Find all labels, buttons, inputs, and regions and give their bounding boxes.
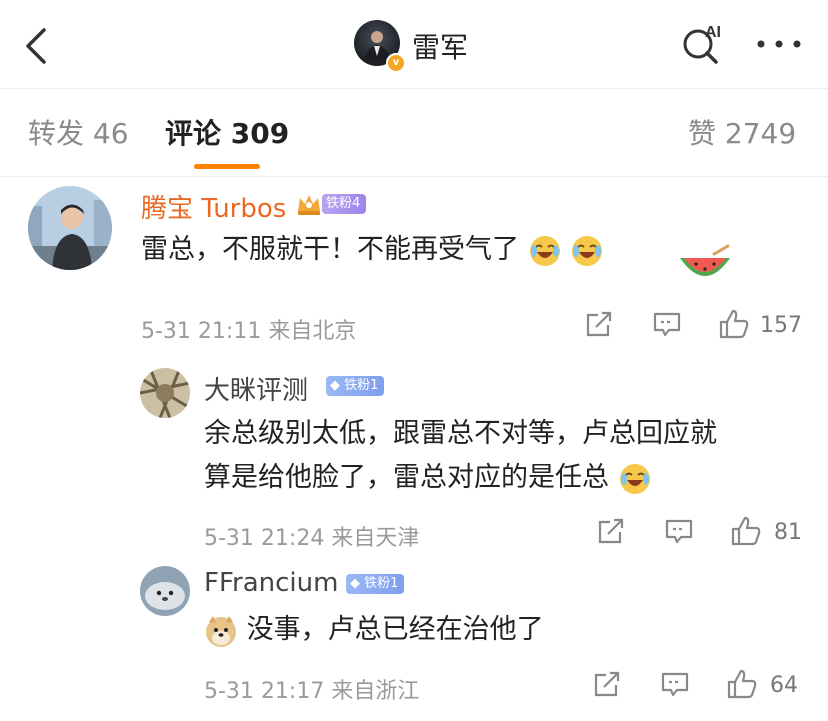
reply-avatar[interactable] xyxy=(140,566,190,616)
more-options-icon[interactable] xyxy=(755,26,803,62)
fan-badge: ◆ 铁粉1 xyxy=(346,574,405,594)
comment-text-body: 雷总，不服就干！不能再受气了 xyxy=(141,234,519,265)
tab-likes[interactable]: 赞 2749 xyxy=(688,112,796,152)
laughing-crying-emoji-icon xyxy=(619,463,650,494)
share-icon[interactable] xyxy=(596,518,626,546)
reply-avatar[interactable] xyxy=(140,368,190,418)
reply-icon[interactable] xyxy=(652,311,682,339)
active-tab-indicator xyxy=(194,164,260,169)
reply-text-body: 没事，卢总已经在治他了 xyxy=(246,614,544,645)
reply-meta: 5-31 21:17 来自浙江 xyxy=(204,673,419,705)
reply-user-name[interactable]: FFrancium xyxy=(204,568,338,598)
share-icon[interactable] xyxy=(592,671,622,699)
ai-search-icon[interactable]: AI xyxy=(678,18,728,68)
doge-emoji-icon xyxy=(206,615,236,647)
reply-text-line1: 余总级别太低，跟雷总不对等，卢总回应就 xyxy=(204,418,717,449)
reply-text-body: 算是给他脸了，雷总对应的是任总 xyxy=(204,462,609,493)
reply-icon[interactable] xyxy=(660,671,690,699)
reply-user-name[interactable]: 大眯评测 xyxy=(204,370,308,407)
like-count: 64 xyxy=(770,673,798,698)
comment-time: 5-31 21:11 xyxy=(141,319,262,344)
like-icon[interactable] xyxy=(730,515,762,547)
reply-time: 5-31 21:17 xyxy=(204,679,325,704)
like-icon[interactable] xyxy=(718,308,750,340)
tabs-divider xyxy=(0,176,828,177)
top-bar: v 雷军 AI xyxy=(0,0,828,88)
share-icon[interactable] xyxy=(584,311,614,339)
profile-name[interactable]: 雷军 xyxy=(412,26,468,66)
reply-text: 没事，卢总已经在治他了 xyxy=(204,608,544,652)
reply-time: 5-31 21:24 xyxy=(204,526,325,551)
verified-badge-icon: v xyxy=(386,53,406,73)
like-icon[interactable] xyxy=(726,668,758,700)
fan-badge-label: 铁粉1 xyxy=(364,576,399,591)
comment-text: 雷总，不服就干！不能再受气了 xyxy=(141,228,604,272)
commenter-avatar[interactable] xyxy=(28,186,112,270)
commenter-name[interactable]: 腾宝 Turbos xyxy=(141,188,286,225)
reply-text-line2: 算是给他脸了，雷总对应的是任总 xyxy=(204,456,652,500)
comment-location: 来自北京 xyxy=(268,319,357,344)
reply-location: 来自浙江 xyxy=(331,679,420,704)
reply-icon[interactable] xyxy=(664,518,694,546)
ai-label: AI xyxy=(705,24,721,41)
header-divider xyxy=(0,88,828,89)
back-arrow-icon[interactable] xyxy=(22,26,52,66)
watermelon-sticker-icon xyxy=(680,244,730,276)
fan-badge-label: 铁粉1 xyxy=(344,378,379,393)
crown-icon xyxy=(298,195,320,215)
fan-badge: ◆ 铁粉1 xyxy=(326,376,385,396)
tab-comments[interactable]: 评论 309 xyxy=(165,112,289,152)
fan-badge: 铁粉4 xyxy=(322,194,367,214)
reply-meta: 5-31 21:24 来自天津 xyxy=(204,520,419,552)
reply-location: 来自天津 xyxy=(331,526,420,551)
laughing-crying-emoji-icon xyxy=(572,235,603,266)
like-count: 157 xyxy=(760,313,802,338)
comment-meta: 5-31 21:11 来自北京 xyxy=(141,313,356,345)
laughing-crying-emoji-icon xyxy=(529,235,560,266)
like-count: 81 xyxy=(774,520,802,545)
tab-reposts[interactable]: 转发 46 xyxy=(28,112,129,152)
